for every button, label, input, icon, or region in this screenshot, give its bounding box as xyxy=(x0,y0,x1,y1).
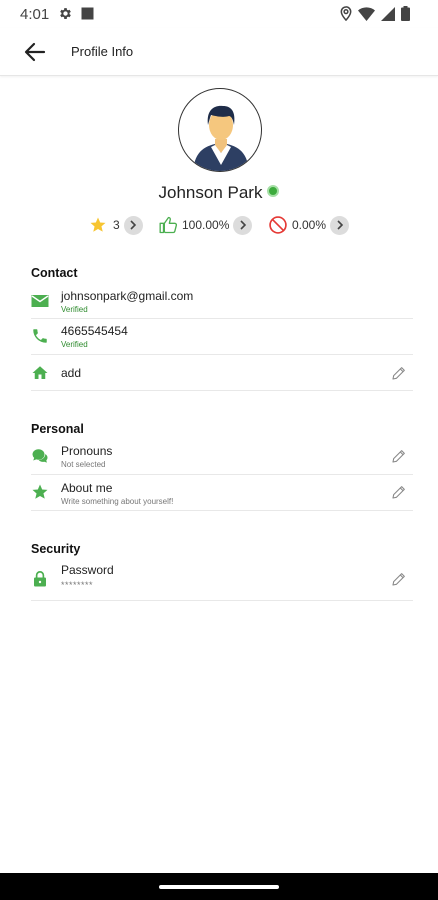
phone-verified-status: Verified xyxy=(61,340,88,349)
app-bar: Profile Info xyxy=(0,28,438,76)
phone-row[interactable]: 4665545454 Verified xyxy=(31,319,413,355)
negative-stat[interactable]: 0.00% xyxy=(268,213,350,237)
chat-bubbles-icon xyxy=(32,449,48,463)
person-avatar-icon xyxy=(193,105,249,171)
negative-chevron-button[interactable] xyxy=(330,215,350,235)
phone-value: 4665545454 xyxy=(61,324,128,338)
chevron-right-icon xyxy=(336,220,343,230)
square-icon xyxy=(81,7,94,20)
lock-icon xyxy=(34,571,46,587)
phone-icon xyxy=(33,329,47,343)
address-row[interactable]: add xyxy=(31,355,413,391)
security-section-title: Security xyxy=(31,542,81,556)
email-row[interactable]: johnsonpark@gmail.com Verified xyxy=(31,283,413,319)
positive-value: 100.00% xyxy=(182,218,230,232)
pronouns-row[interactable]: Pronouns Not selected xyxy=(31,439,413,475)
profile-name: Johnson Park xyxy=(158,183,263,202)
location-icon xyxy=(340,6,352,21)
profile-stats: 3 100.00% 0.00% xyxy=(0,213,438,237)
page-title: Profile Info xyxy=(71,44,134,59)
signal-icon xyxy=(381,6,395,21)
star-icon xyxy=(90,217,106,232)
gear-icon xyxy=(60,8,71,19)
rating-chevron-button[interactable] xyxy=(123,215,143,235)
personal-section-title: Personal xyxy=(31,422,84,436)
chevron-right-icon xyxy=(130,220,137,230)
back-button[interactable] xyxy=(22,40,48,64)
status-bar: 4:01 xyxy=(0,0,438,28)
about-me-value: Write something about yourself! xyxy=(61,497,174,506)
password-row[interactable]: Password ******** xyxy=(31,559,413,601)
email-icon xyxy=(31,295,49,307)
home-gesture-handle[interactable] xyxy=(159,885,279,889)
password-label: Password xyxy=(61,563,114,577)
online-status-badge xyxy=(267,185,280,197)
pronouns-label: Pronouns xyxy=(61,444,113,458)
email-verified-status: Verified xyxy=(61,305,88,314)
edit-address-pencil-icon[interactable] xyxy=(391,365,407,381)
chevron-right-icon xyxy=(240,220,247,230)
positive-chevron-button[interactable] xyxy=(233,215,253,235)
about-me-label: About me xyxy=(61,481,113,495)
status-time: 4:01 xyxy=(20,6,50,23)
system-navigation-bar xyxy=(0,873,438,900)
avatar[interactable] xyxy=(178,88,262,172)
email-value: johnsonpark@gmail.com xyxy=(61,289,194,303)
home-icon xyxy=(32,366,48,379)
star-icon xyxy=(32,484,48,499)
wifi-icon xyxy=(358,6,375,21)
battery-icon xyxy=(401,6,410,21)
address-value: add xyxy=(61,366,82,380)
contact-section-title: Contact xyxy=(31,266,78,280)
password-value: ******** xyxy=(61,580,94,590)
rating-value: 3 xyxy=(113,218,120,232)
edit-about-pencil-icon[interactable] xyxy=(391,484,407,500)
block-icon xyxy=(269,216,287,234)
positive-stat[interactable]: 100.00% xyxy=(158,213,253,237)
arrow-left-icon xyxy=(24,42,46,62)
about-me-row[interactable]: About me Write something about yourself! xyxy=(31,475,413,511)
pronouns-value: Not selected xyxy=(61,460,106,469)
rating-stat[interactable]: 3 xyxy=(89,213,143,237)
thumbs-up-icon xyxy=(159,216,178,234)
edit-password-pencil-icon[interactable] xyxy=(391,571,407,587)
edit-pronouns-pencil-icon[interactable] xyxy=(391,448,407,464)
negative-value: 0.00% xyxy=(292,218,327,232)
